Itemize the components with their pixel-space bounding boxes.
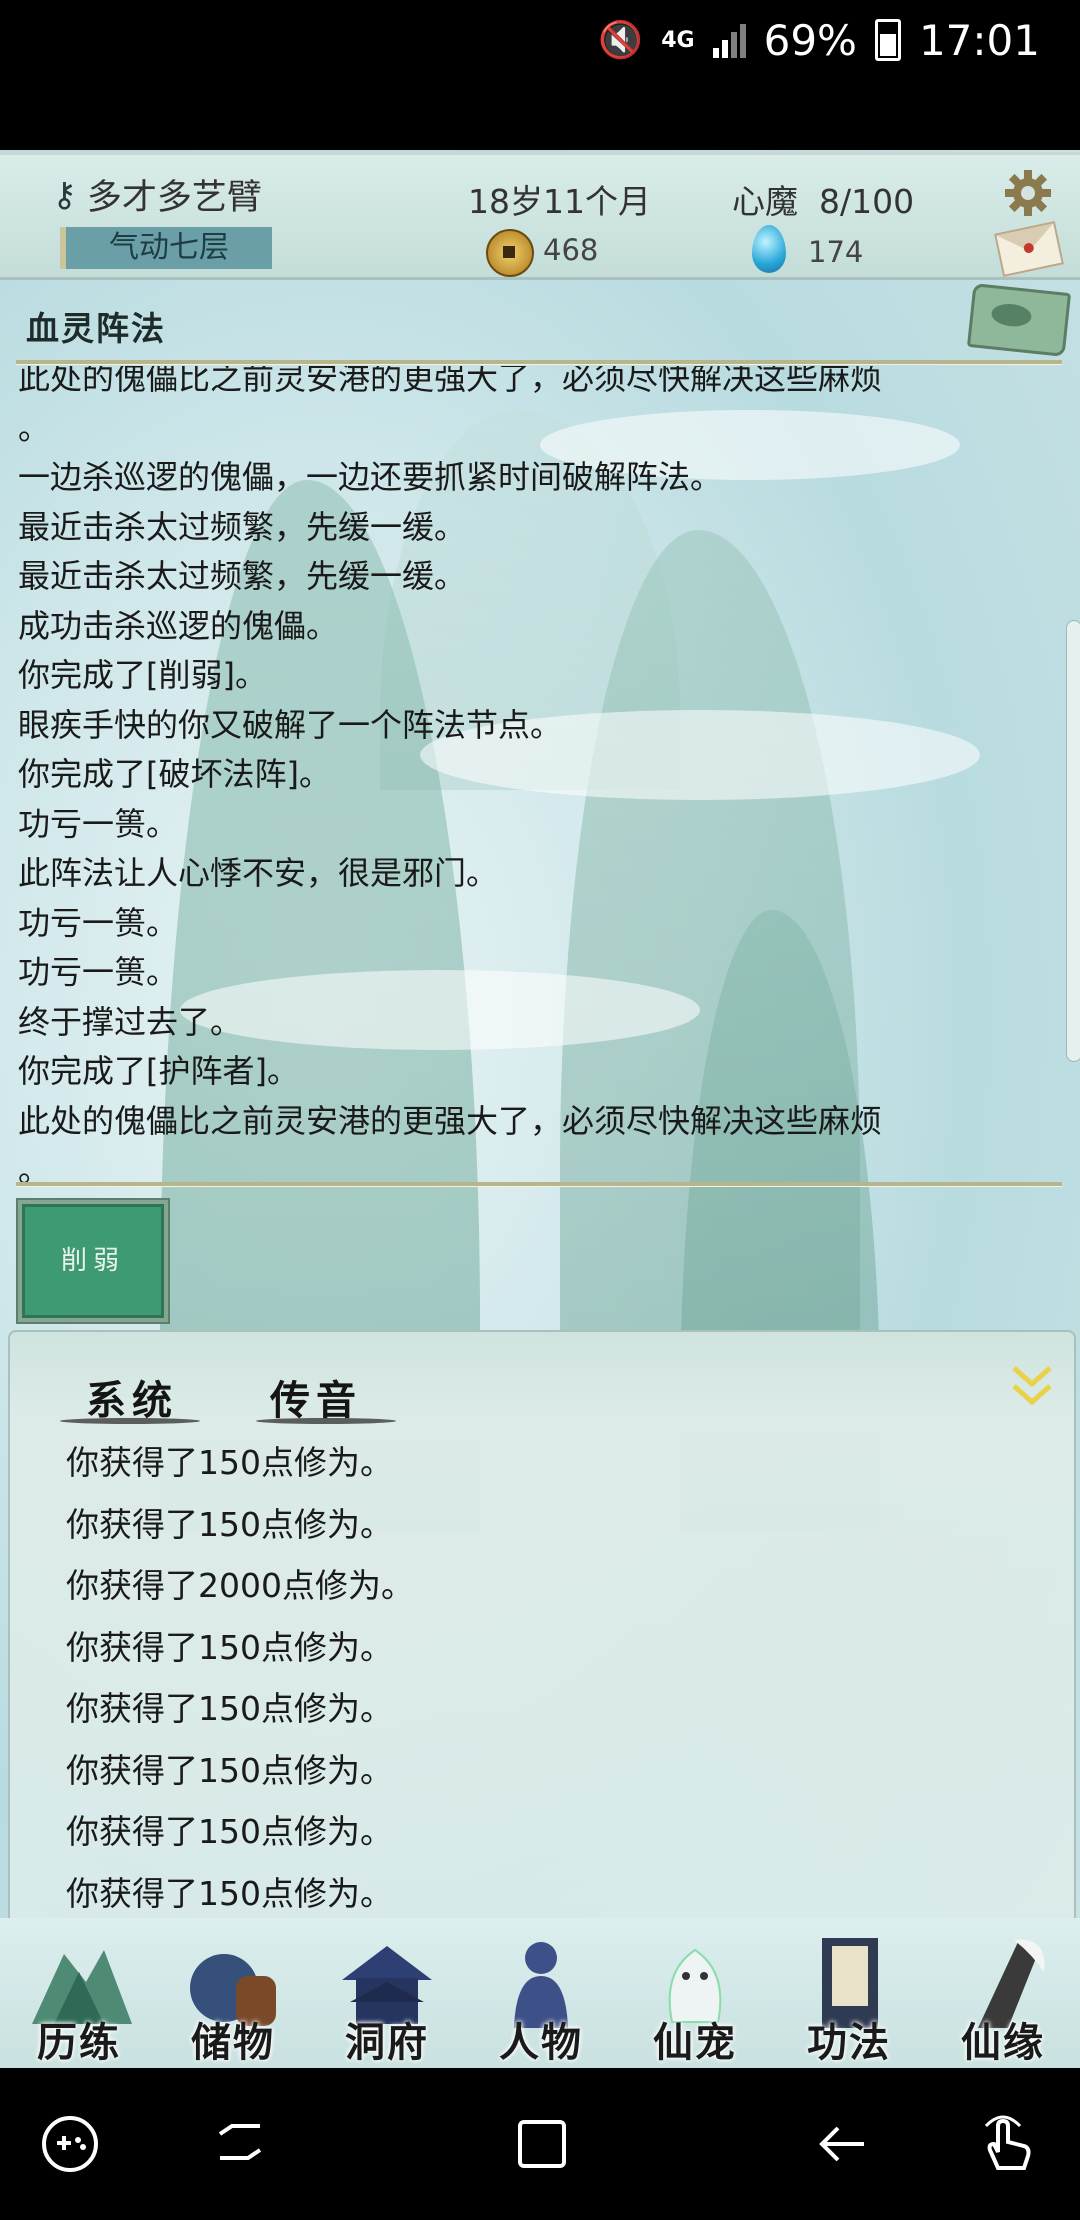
- nav-label: 仙宠: [653, 2019, 737, 2066]
- coin-icon: [486, 229, 534, 277]
- spirit-stone-icon: [752, 225, 786, 273]
- log-line: 此处的傀儡比之前灵安港的更强大了，必须尽快解决这些麻烦: [18, 366, 883, 397]
- player-header: ⚷ 多才多艺臂 气动七层 18岁11个月 心魔 8/100 468 174: [0, 152, 1080, 280]
- log-line: 最近击杀太过频繁，先缓一缓。: [18, 507, 467, 546]
- message-line: 你获得了150点修为。: [66, 1750, 393, 1790]
- back-icon[interactable]: [810, 2112, 874, 2176]
- player-name[interactable]: ⚷ 多才多艺臂: [52, 169, 262, 220]
- nav-item-4[interactable]: 仙宠: [618, 1918, 772, 2068]
- nav-label: 历练: [37, 2019, 121, 2066]
- signal-icon: [712, 22, 746, 58]
- log-line: 功亏一篑。: [18, 903, 179, 942]
- mail-icon[interactable]: [994, 221, 1064, 277]
- status-bar: 🔇 4G 69% 17:01: [0, 0, 1080, 150]
- nav-item-5[interactable]: 功法: [772, 1918, 926, 2068]
- divider: [16, 1182, 1062, 1187]
- gear-icon[interactable]: [1004, 169, 1052, 217]
- weaken-button[interactable]: 削弱: [18, 1200, 168, 1322]
- divider: [16, 360, 1062, 365]
- log-line: 功亏一篑。: [18, 804, 179, 843]
- gesture-icon[interactable]: [976, 2112, 1040, 2176]
- recents-icon[interactable]: [208, 2112, 272, 2176]
- nav-label: 洞府: [345, 2019, 429, 2066]
- nav-label: 储物: [191, 2019, 275, 2066]
- game-tools-icon[interactable]: [38, 2112, 102, 2176]
- log-line: 一边杀巡逻的傀儡，一边还要抓紧时间破解阵法。: [18, 458, 723, 496]
- system-nav-bar: [0, 2068, 1080, 2220]
- message-line: 你获得了150点修为。: [66, 1627, 393, 1667]
- map-icon[interactable]: [966, 283, 1072, 357]
- player-name-label: 多才多艺臂: [86, 178, 262, 218]
- log-line: 最近击杀太过频繁，先缓一缓。: [18, 557, 467, 595]
- spirit-stone-count: 174: [808, 235, 864, 269]
- panel-title: 血灵阵法: [26, 309, 166, 348]
- nav-item-3[interactable]: 人物: [464, 1918, 618, 2068]
- nav-label: 人物: [499, 2019, 583, 2066]
- log-line: 此处的傀儡比之前灵安港的更强大了，必须尽快解决这些麻烦: [18, 1101, 883, 1140]
- log-line: 此阵法让人心悸不安，很是邪门。: [18, 854, 499, 892]
- nav-label: 功法: [807, 2019, 891, 2066]
- log-line: 功亏一篑。: [18, 953, 179, 991]
- message-line: 你获得了150点修为。: [66, 1873, 393, 1913]
- player-age: 18岁11个月: [468, 182, 651, 221]
- nav-item-6[interactable]: 仙缘: [926, 1918, 1080, 2068]
- nav-label: 仙缘: [961, 2019, 1045, 2066]
- event-log[interactable]: 此处的傀儡比之前灵安港的更强大了，必须尽快解决这些麻烦。一边杀巡逻的傀儡，一边还…: [0, 366, 1050, 1188]
- clock: 17:01: [918, 15, 1040, 65]
- nav-item-2[interactable]: 洞府: [310, 1918, 464, 2068]
- scroll-handle[interactable]: [1066, 620, 1080, 1062]
- tab-underline: [256, 1418, 396, 1424]
- battery-icon: [874, 19, 901, 61]
- log-line: 你完成了[削弱]。: [18, 656, 267, 694]
- message-line: 你获得了150点修为。: [66, 1689, 393, 1728]
- message-line: 你获得了150点修为。: [66, 1504, 393, 1544]
- message-panel: 系统 传音 你获得了150点修为。 你获得了150点修为。 你获得了2000点修为。…: [8, 1330, 1076, 1924]
- log-line: 成功击杀巡逻的傀儡。: [18, 606, 339, 645]
- log-line: 终于撑过去了。: [18, 1002, 243, 1041]
- coin-count: 468: [543, 233, 599, 267]
- message-line: 你获得了2000点修为。: [66, 1566, 414, 1605]
- realm-badge: 气动七层: [60, 227, 272, 269]
- log-line: 你完成了[破坏法阵]。: [18, 755, 331, 793]
- game-screen: ⚷ 多才多艺臂 气动七层 18岁11个月 心魔 8/100 468 174 血灵…: [0, 150, 1080, 2068]
- key-icon: ⚷: [52, 174, 77, 215]
- game-nav-bar: 历练 储物 洞府 人物 仙宠 功法 仙缘: [0, 1918, 1080, 2068]
- tab-underline: [60, 1418, 200, 1424]
- heart-demon-stat: 心魔 8/100: [732, 182, 915, 221]
- nav-item-1[interactable]: 储物: [156, 1918, 310, 2068]
- home-icon[interactable]: [510, 2112, 574, 2176]
- network-label: 4G: [661, 27, 695, 53]
- message-list[interactable]: 你获得了150点修为。 你获得了150点修为。 你获得了2000点修为。 你获得了15…: [66, 1432, 414, 1924]
- battery-percent: 69%: [763, 15, 857, 65]
- log-line: 你完成了[护阵者]。: [18, 1052, 299, 1090]
- log-line: 。: [18, 408, 51, 447]
- nav-item-0[interactable]: 历练: [2, 1918, 156, 2068]
- message-line: 你获得了150点修为。: [66, 1443, 393, 1482]
- mute-icon: 🔇: [598, 20, 644, 61]
- chevron-down-icon[interactable]: [1010, 1362, 1054, 1410]
- log-line: 眼疾手快的你又破解了一个阵法节点。: [18, 705, 563, 744]
- message-line: 你获得了150点修为。: [66, 1812, 393, 1851]
